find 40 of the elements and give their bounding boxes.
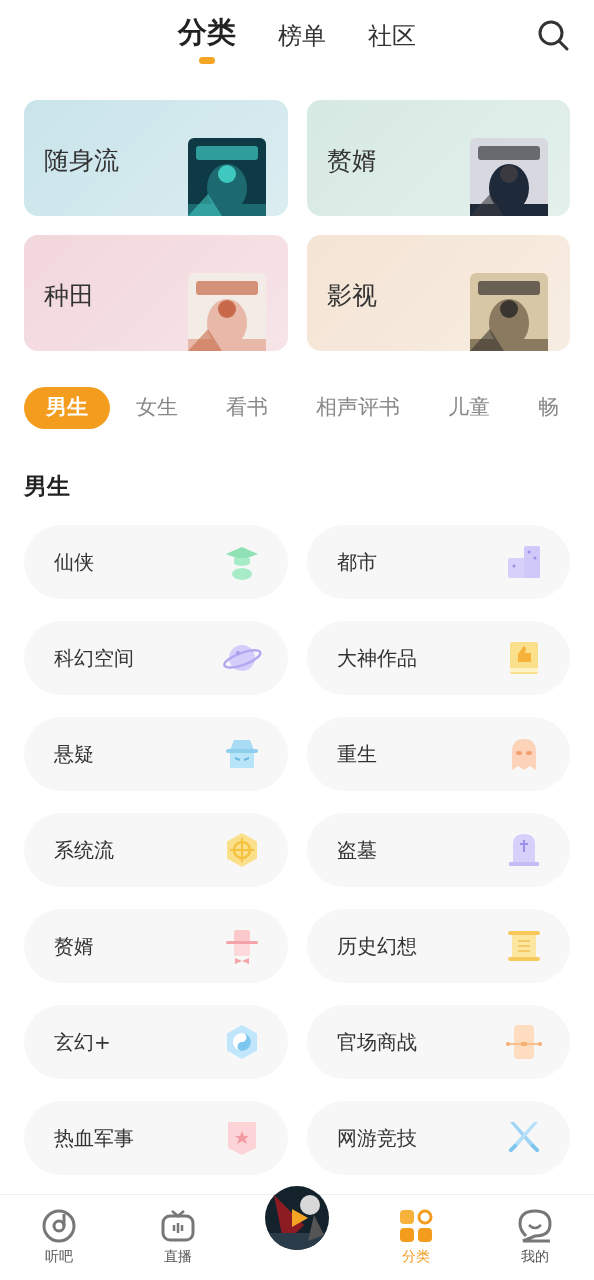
genre-item[interactable]: 都市 bbox=[306, 525, 570, 599]
card-title: 影视 bbox=[326, 280, 377, 312]
tab[interactable]: 榜单 bbox=[278, 18, 326, 64]
nav-tab[interactable]: 直播 bbox=[142, 1208, 215, 1267]
genre-item[interactable]: 热血军事 bbox=[24, 1101, 288, 1175]
genre-item[interactable]: 历史幻想 bbox=[306, 909, 570, 983]
genre-item[interactable]: 悬疑 bbox=[24, 717, 288, 791]
filter-chip[interactable]: 女生 bbox=[114, 387, 200, 429]
category-card[interactable]: 赘婿 bbox=[306, 100, 570, 216]
card-title: 随身流 bbox=[44, 145, 119, 177]
genre-item[interactable]: 官场商战 bbox=[306, 1005, 570, 1079]
genre-item[interactable]: 盗墓 bbox=[306, 813, 570, 887]
tab[interactable]: 社区 bbox=[368, 18, 416, 64]
grid-icon bbox=[397, 1208, 434, 1244]
section-title: 男生 bbox=[24, 472, 70, 499]
nav-tab[interactable]: 听吧 bbox=[23, 1208, 96, 1267]
card-title: 种田 bbox=[44, 280, 94, 312]
tab[interactable]: 分类 bbox=[178, 10, 236, 64]
filter-chip[interactable]: 畅 bbox=[516, 387, 581, 429]
filter-chip[interactable]: 看书 bbox=[204, 387, 290, 429]
genre-item[interactable]: 科幻空间 bbox=[24, 621, 288, 695]
search-icon[interactable] bbox=[536, 18, 570, 52]
card-title: 赘婿 bbox=[326, 145, 377, 177]
category-card[interactable]: 种田 bbox=[24, 235, 288, 351]
genre-item[interactable]: 大神作品 bbox=[306, 621, 570, 695]
chat-face-icon bbox=[516, 1208, 553, 1244]
category-card[interactable]: 影视 bbox=[306, 235, 570, 351]
genre-item[interactable]: 玄幻+ bbox=[24, 1005, 288, 1079]
genre-item[interactable]: 仙侠 bbox=[24, 525, 288, 599]
filter-chip[interactable]: 儿童 bbox=[426, 387, 512, 429]
genre-item[interactable]: 系统流 bbox=[24, 813, 288, 887]
tablet-icon bbox=[504, 1022, 544, 1062]
genre-item[interactable]: 重生 bbox=[306, 717, 570, 791]
genre-item[interactable]: 赘婿 bbox=[24, 909, 288, 983]
nav-tab[interactable]: 我的 bbox=[498, 1208, 571, 1267]
tv-icon bbox=[160, 1208, 197, 1244]
filter-chip[interactable]: 相声评书 bbox=[294, 387, 422, 429]
category-card[interactable]: 随身流 bbox=[24, 100, 288, 216]
genre-item[interactable]: 网游竞技 bbox=[306, 1101, 570, 1175]
disc-icon bbox=[41, 1208, 78, 1244]
